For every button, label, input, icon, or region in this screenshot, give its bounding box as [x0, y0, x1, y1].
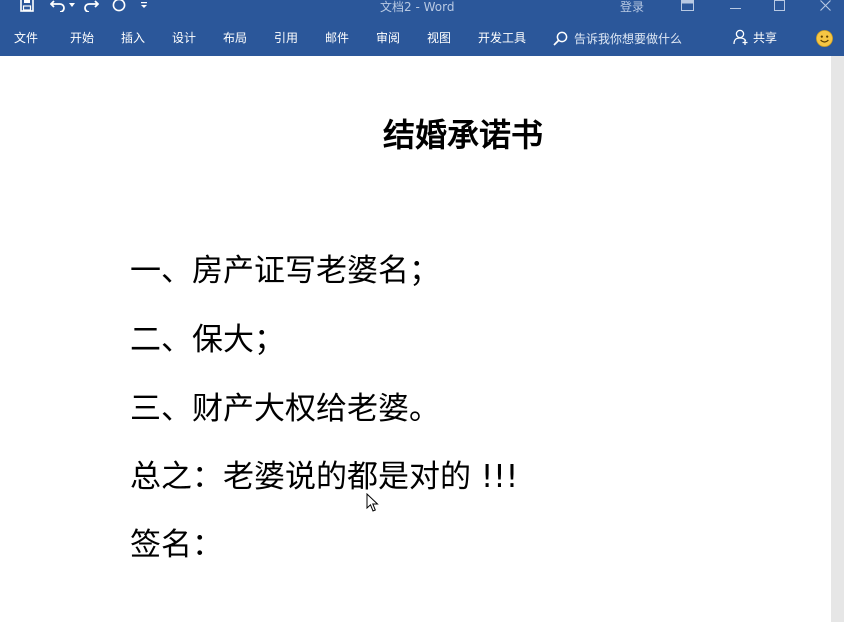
- quick-access-toolbar: [0, 0, 152, 14]
- tab-file[interactable]: 文件: [14, 30, 38, 46]
- document-line-3: 三、财产大权给老婆。: [130, 391, 440, 427]
- tab-design[interactable]: 设计: [172, 30, 196, 46]
- minimize-button[interactable]: [724, 0, 746, 13]
- tell-me-placeholder: 告诉我你想要做什么: [574, 31, 683, 46]
- tab-home[interactable]: 开始: [70, 30, 94, 46]
- smiley-icon[interactable]: [816, 30, 833, 47]
- tab-insert[interactable]: 插入: [121, 30, 145, 46]
- document-line-5: 签名：: [130, 527, 223, 563]
- person-icon: [733, 29, 748, 45]
- undo-icon: [50, 0, 65, 12]
- tab-references[interactable]: 引用: [274, 30, 298, 46]
- ribbon-display-icon: [680, 0, 694, 11]
- vertical-scrollbar[interactable]: [831, 56, 844, 622]
- ribbon-tab-bar: 文件 开始 插入 设计 布局 引用 邮件 审阅 视图 开发工具 告诉我你想要做什…: [0, 14, 844, 56]
- undo-button[interactable]: [48, 0, 68, 14]
- document-line-1: 一、房产证写老婆名；: [130, 253, 440, 289]
- tab-developer[interactable]: 开发工具: [478, 30, 526, 46]
- close-button[interactable]: [814, 0, 836, 13]
- share-button[interactable]: 共享: [733, 28, 777, 46]
- minimize-icon: [729, 7, 741, 9]
- customize-qat-button[interactable]: [136, 0, 152, 14]
- undo-dropdown-button[interactable]: [68, 0, 76, 14]
- maximize-button[interactable]: [768, 0, 790, 13]
- login-link[interactable]: 登录: [620, 0, 644, 15]
- word-window: 文档2 - Word 登录 文件 开始 插入 设计 布局 引用 邮件 审阅 视图…: [0, 0, 844, 622]
- tab-review[interactable]: 审阅: [376, 30, 400, 46]
- save-icon: [20, 0, 34, 12]
- window-title: 文档2 - Word: [380, 0, 455, 14]
- mouse-pointer-icon: [366, 493, 379, 512]
- customize-qat-icon: [141, 2, 147, 8]
- redo-button[interactable]: [80, 0, 102, 14]
- search-icon: [553, 31, 568, 46]
- tab-mailings[interactable]: 邮件: [325, 30, 349, 46]
- chevron-down-icon: [69, 3, 75, 7]
- share-label: 共享: [753, 30, 778, 45]
- redo-icon: [84, 0, 99, 12]
- document-line-4: 总之：老婆说的都是对的 !!!: [130, 459, 519, 495]
- save-button[interactable]: [14, 0, 40, 14]
- title-bar: 文档2 - Word 登录: [0, 0, 844, 14]
- maximize-icon: [773, 0, 785, 11]
- touch-mode-button[interactable]: [108, 0, 130, 14]
- circle-icon: [112, 0, 126, 12]
- close-icon: [819, 0, 831, 11]
- document-line-2: 二、保大；: [130, 322, 285, 358]
- ribbon-display-button[interactable]: [676, 0, 698, 13]
- tab-layout[interactable]: 布局: [223, 30, 247, 46]
- tab-view[interactable]: 视图: [427, 30, 451, 46]
- tell-me-search[interactable]: 告诉我你想要做什么: [553, 29, 682, 47]
- document-title: 结婚承诺书: [383, 116, 544, 154]
